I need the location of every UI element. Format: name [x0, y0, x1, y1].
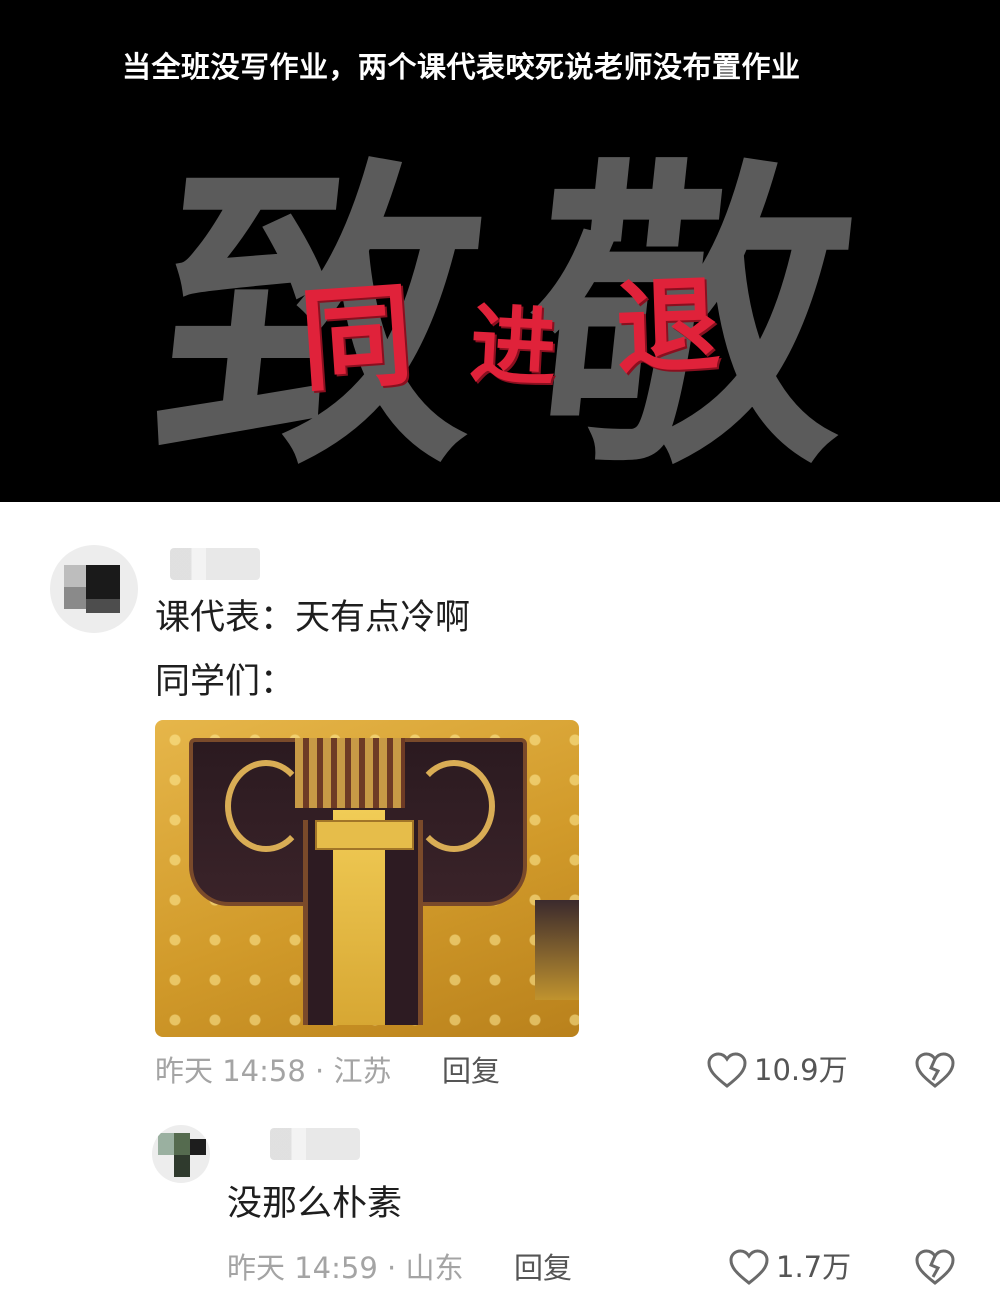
comment-text-line: 没那么朴素 — [227, 1184, 403, 1224]
banner-caption: 当全班没写作业，两个课代表咬死说老师没布置作业 — [122, 50, 801, 84]
comment-image-robe[interactable] — [155, 720, 579, 1037]
robe-belt — [315, 820, 414, 850]
reply-button[interactable]: 回复 — [442, 1053, 500, 1089]
comment-meta: 昨天 14:59 · 山东 — [227, 1251, 464, 1285]
avatar[interactable] — [152, 1125, 210, 1183]
banner-red-char-2: 进 — [467, 294, 559, 400]
like-button[interactable]: 10.9万 — [706, 1051, 848, 1089]
broken-heart-icon[interactable] — [914, 1050, 956, 1090]
comment-meta: 昨天 14:58 · 江苏 — [155, 1054, 392, 1088]
banner-image: 当全班没写作业，两个课代表咬死说老师没布置作业 致 敬 同 进 退 — [0, 0, 1000, 502]
comment-text-line: 同学们： — [155, 662, 296, 702]
display-stand — [535, 900, 579, 1000]
dragon-embroidery — [413, 760, 495, 852]
banner-red-characters: 同 进 退 — [296, 264, 722, 408]
reply-button[interactable]: 回复 — [514, 1250, 572, 1286]
robe-collar — [295, 738, 405, 808]
banner-red-char-3: 退 — [613, 264, 722, 390]
avatar[interactable] — [50, 545, 138, 633]
username-blurred[interactable] — [170, 548, 260, 580]
username-blurred[interactable] — [270, 1128, 360, 1160]
like-count: 1.7万 — [776, 1250, 852, 1284]
banner-red-char-1: 同 — [296, 270, 417, 408]
like-button[interactable]: 1.7万 — [728, 1248, 851, 1286]
heart-outline-icon — [707, 1052, 747, 1088]
like-count: 10.9万 — [754, 1053, 848, 1087]
comment-text-line: 课代表：天有点冷啊 — [155, 598, 471, 638]
broken-heart-icon[interactable] — [914, 1247, 956, 1287]
heart-outline-icon — [729, 1249, 769, 1285]
